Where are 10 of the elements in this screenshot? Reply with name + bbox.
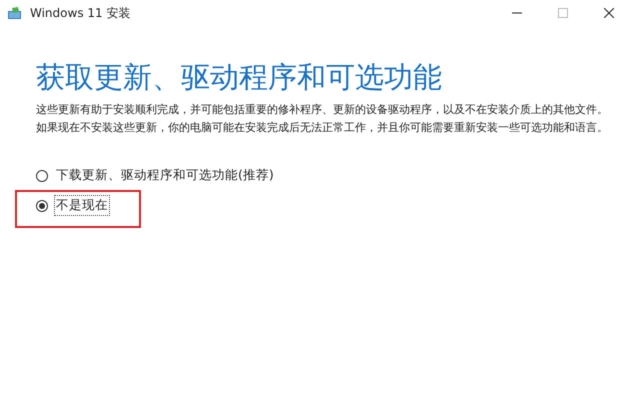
- radio-button[interactable]: [36, 200, 48, 212]
- close-icon: [604, 8, 614, 18]
- option-label[interactable]: 下载更新、驱动程序和可选功能(推荐): [54, 165, 276, 186]
- description-text: 这些更新有助于安装顺利完成，并可能包括重要的修补程序、更新的设备驱动程序，以及不在安装介质上的其他文件。如果现在不安装这些更新，你的电脑可能在安装完成后无法正常工作，并且你可能需要重新安装一些可选功能和语言。: [36, 102, 609, 136]
- page-heading: 获取更新、驱动程序和可选功能: [36, 60, 443, 95]
- option-label[interactable]: 不是现在: [54, 195, 110, 216]
- radio-button[interactable]: [36, 170, 48, 182]
- window-title: Windows 11 安装: [30, 5, 130, 22]
- maximize-icon: [558, 8, 568, 18]
- app-icon: [8, 7, 22, 19]
